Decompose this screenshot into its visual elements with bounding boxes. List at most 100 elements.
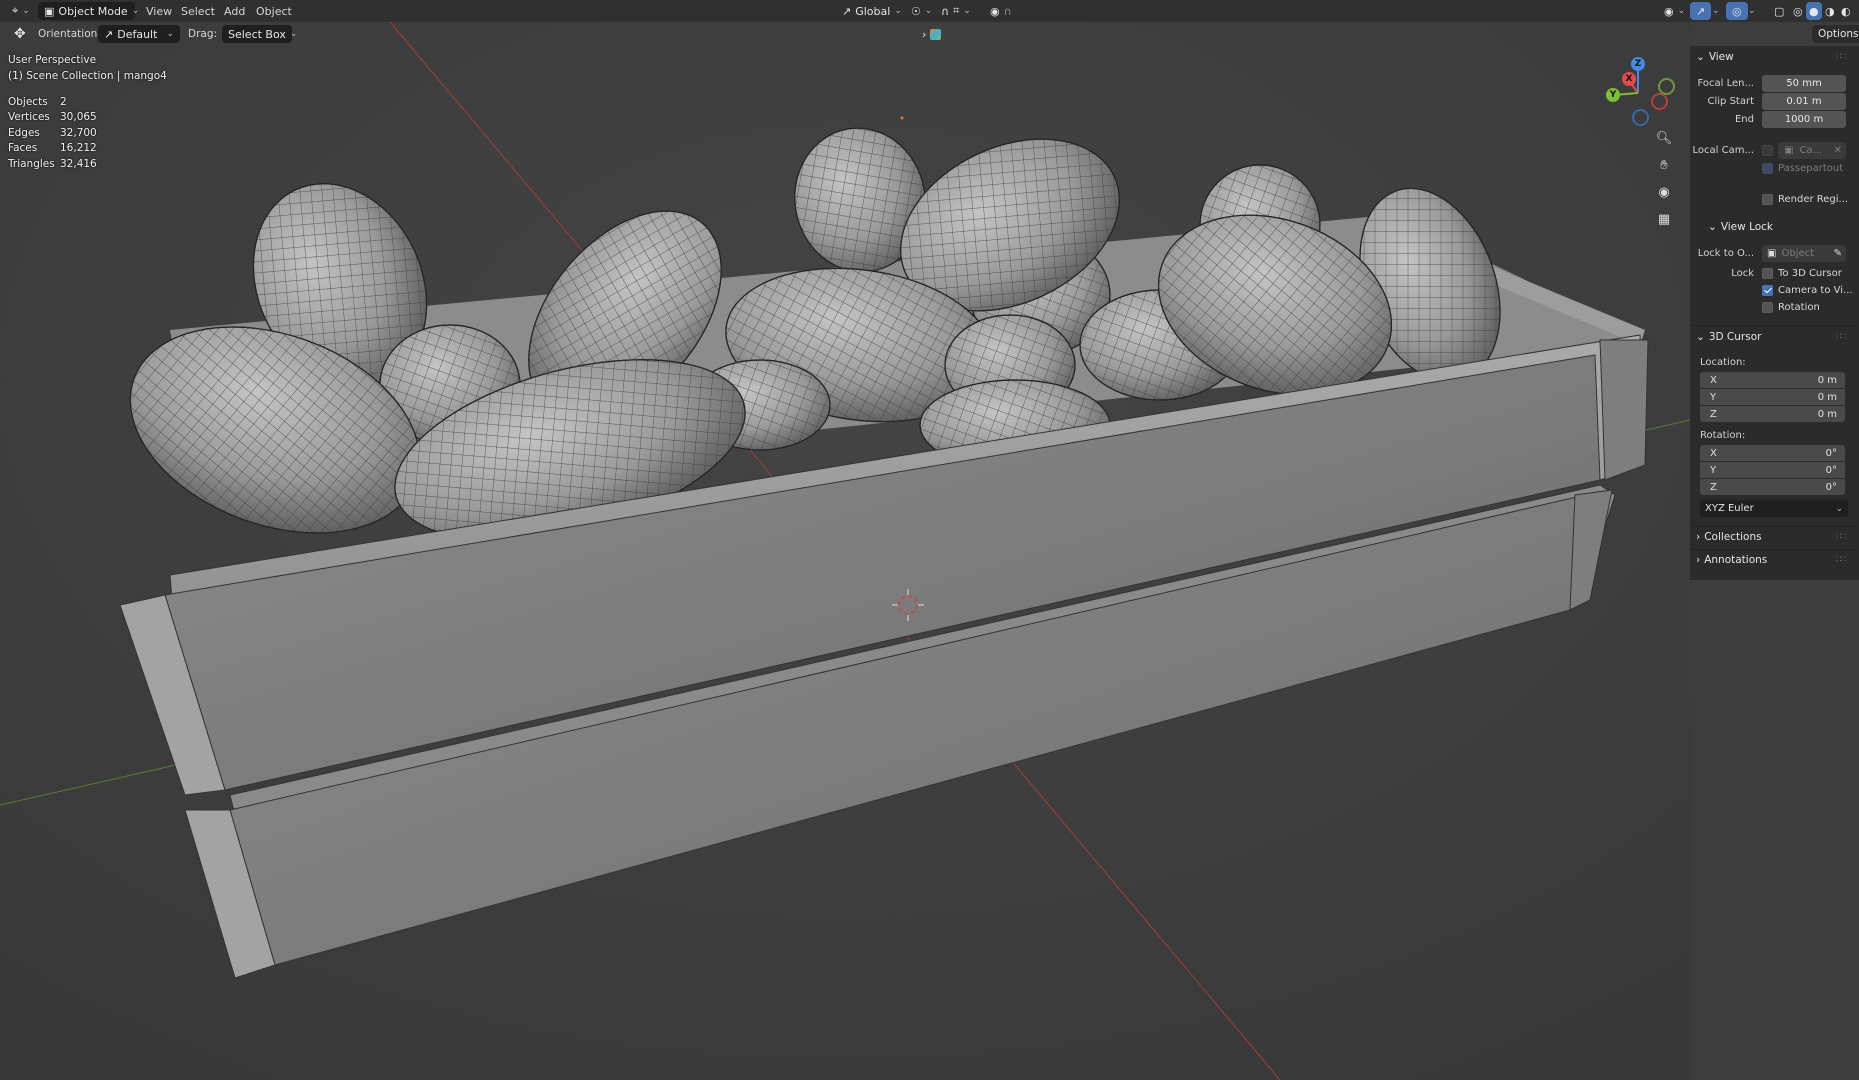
chevron-down-icon: ⌄ xyxy=(131,6,140,16)
cube-color-icon xyxy=(930,28,942,40)
proportional-edit-button[interactable]: ◉ ∩ xyxy=(984,2,1018,20)
chevron-right-icon: › xyxy=(1696,554,1701,566)
cursor-location-y[interactable]: Y0 m xyxy=(1700,389,1845,405)
3d-viewport[interactable]: User Perspective (1) Scene Collection | … xyxy=(0,0,1690,1080)
chevron-down-icon: ⌄ xyxy=(1712,6,1720,16)
orientation-axis-icon: ↗ xyxy=(842,4,852,18)
collection-name: (1) Scene Collection | mango4 xyxy=(8,70,167,82)
snap-magnet-icon: ∩ xyxy=(941,4,950,18)
cursor-location-x[interactable]: X0 m xyxy=(1700,372,1845,388)
xray-toggle-button[interactable]: ▢ xyxy=(1768,2,1790,20)
object-icon: ▣ xyxy=(1767,248,1777,259)
editor-type-icon: ⌖ xyxy=(12,4,19,17)
view-name: User Perspective xyxy=(8,54,97,66)
shading-material-button[interactable]: ◑ xyxy=(1822,2,1838,20)
view-panel-header[interactable]: ⌄ View xyxy=(1696,48,1734,66)
chevron-down-icon: ⌄ xyxy=(166,29,174,39)
chevron-down-icon: ⌄ xyxy=(894,6,902,16)
menu-view[interactable]: View xyxy=(146,5,172,18)
navigation-gizmo[interactable]: Z X Y xyxy=(1600,55,1680,130)
shading-wireframe-button[interactable]: ◎ xyxy=(1790,2,1806,20)
annotations-panel-header[interactable]: › Annotations xyxy=(1696,551,1767,569)
rotation-label: Rotation: xyxy=(1700,430,1746,441)
hand-pan-icon[interactable]: ✋︎ xyxy=(1653,154,1675,176)
clip-end-label: End xyxy=(1734,114,1754,125)
menu-object[interactable]: Object xyxy=(256,5,292,18)
divider xyxy=(1692,549,1857,550)
sidebar-expand-button[interactable]: › xyxy=(916,25,947,43)
eye-icon: ◉ xyxy=(1664,4,1674,18)
stat-row: Triangles 32,416 xyxy=(8,157,97,170)
gizmo-toggle-button[interactable]: ↗ xyxy=(1690,2,1712,20)
material-sphere-icon: ◑ xyxy=(1825,4,1835,18)
drag-grip-icon[interactable]: ∷∷ xyxy=(1836,532,1847,542)
gizmo-x-axis[interactable]: X xyxy=(1622,72,1636,86)
local-camera-label: Local Cam... xyxy=(1692,145,1754,156)
menu-add[interactable]: Add xyxy=(224,5,245,18)
camera-to-view-checkbox[interactable]: Camera to Vi... xyxy=(1762,285,1853,296)
overlays-toggle-button[interactable]: ◎ xyxy=(1726,2,1748,20)
gizmo-y-axis[interactable]: Y xyxy=(1606,88,1620,102)
focal-length-field[interactable]: 50 mm xyxy=(1762,75,1846,92)
chevron-down-icon: ⌄ xyxy=(1835,503,1843,514)
gizmo-neg-x[interactable] xyxy=(1651,93,1668,110)
drag-dropdown[interactable]: Select Box ⌄ xyxy=(222,25,297,43)
clip-start-field[interactable]: 0.01 m xyxy=(1762,93,1846,110)
stat-row: Vertices 30,065 xyxy=(8,111,97,124)
gizmo-neg-z[interactable] xyxy=(1632,109,1649,126)
rotation-mode-dropdown[interactable]: XYZ Euler ⌄ xyxy=(1700,500,1848,517)
cursor-location-z[interactable]: Z0 m xyxy=(1700,406,1845,422)
orientation-label: Orientation: xyxy=(38,28,101,40)
menu-select[interactable]: Select xyxy=(181,5,215,18)
grid-projection-icon[interactable]: ▦ xyxy=(1653,208,1675,230)
rotation-lock-checkbox[interactable]: Rotation xyxy=(1762,302,1820,313)
cursor-rotation-y[interactable]: Y 0° xyxy=(1700,462,1845,478)
object-mode-icon: ▣ xyxy=(44,4,55,18)
lock-to-object-field[interactable]: ▣ Object ✎ xyxy=(1762,245,1846,262)
local-camera-checkbox[interactable] xyxy=(1762,145,1773,156)
camera-icon: ▣ xyxy=(1784,145,1794,156)
snap-button[interactable]: ∩ ⌗ ⌄ xyxy=(935,2,977,20)
camera-view-icon[interactable]: ◉ xyxy=(1653,181,1675,203)
transform-tool-icon[interactable]: ✥ xyxy=(8,25,32,43)
editor-type-button[interactable]: ⌖ ⌄ xyxy=(6,2,36,20)
rendered-sphere-icon: ◐ xyxy=(1841,4,1851,18)
chevron-down-icon: ⌄ xyxy=(22,6,30,16)
3d-cursor-panel-header[interactable]: ⌄ 3D Cursor xyxy=(1696,328,1761,346)
cursor-rotation-z[interactable]: Z 0° xyxy=(1700,479,1845,495)
zoom-icon[interactable]: 🔍︎ xyxy=(1653,127,1675,149)
transform-orientation-dropdown[interactable]: ↗ Global ⌄ xyxy=(836,2,908,20)
chevron-down-icon: ⌄ xyxy=(289,29,298,39)
chevron-down-icon: ⌄ xyxy=(924,6,933,16)
pivot-button[interactable]: ☉ ⌄ xyxy=(905,2,938,20)
local-camera-field[interactable]: ▣ Ca... ✕ xyxy=(1778,142,1846,159)
drag-grip-icon[interactable]: ∷∷ xyxy=(1836,52,1847,62)
view-lock-panel-header[interactable]: ⌄ View Lock xyxy=(1708,218,1773,236)
proportional-icon: ◉ xyxy=(990,4,1000,18)
solid-sphere-icon: ● xyxy=(1809,4,1819,18)
mode-dropdown[interactable]: ▣ Object Mode ⌄ xyxy=(38,2,139,20)
visibility-button[interactable]: ◉ ⌄ xyxy=(1658,2,1691,20)
gizmo-z-axis[interactable]: Z xyxy=(1631,57,1645,71)
chevron-down-icon: ⌄ xyxy=(1696,51,1705,63)
to-3d-cursor-checkbox[interactable]: To 3D Cursor xyxy=(1762,268,1842,279)
gizmo-icon: ↗ xyxy=(1696,4,1706,18)
cursor-rotation-x[interactable]: X 0° xyxy=(1700,445,1845,461)
pivot-icon: ☉ xyxy=(911,4,921,18)
overlays-dropdown[interactable]: ⌄ xyxy=(1746,2,1758,20)
focal-length-label: Focal Len... xyxy=(1697,78,1754,89)
scene-render xyxy=(0,0,1690,1080)
shading-solid-button[interactable]: ● xyxy=(1806,2,1822,20)
clip-end-field[interactable]: 1000 m xyxy=(1762,111,1846,128)
lock-label: Lock xyxy=(1731,268,1754,279)
collections-panel-header[interactable]: › Collections xyxy=(1696,528,1762,546)
render-region-checkbox[interactable]: Render Regi... xyxy=(1762,194,1848,205)
drag-grip-icon[interactable]: ∷∷ xyxy=(1836,555,1847,565)
orientation-dropdown[interactable]: ↗ Default ⌄ xyxy=(98,25,180,43)
clip-start-label: Clip Start xyxy=(1707,96,1755,107)
shading-rendered-button[interactable]: ◐ xyxy=(1838,2,1854,20)
gizmo-dropdown[interactable]: ⌄ xyxy=(1710,2,1722,20)
drag-grip-icon[interactable]: ∷∷ xyxy=(1836,332,1847,342)
passepartout-checkbox[interactable]: Passepartout xyxy=(1762,163,1843,174)
options-button[interactable]: Options xyxy=(1812,25,1859,43)
